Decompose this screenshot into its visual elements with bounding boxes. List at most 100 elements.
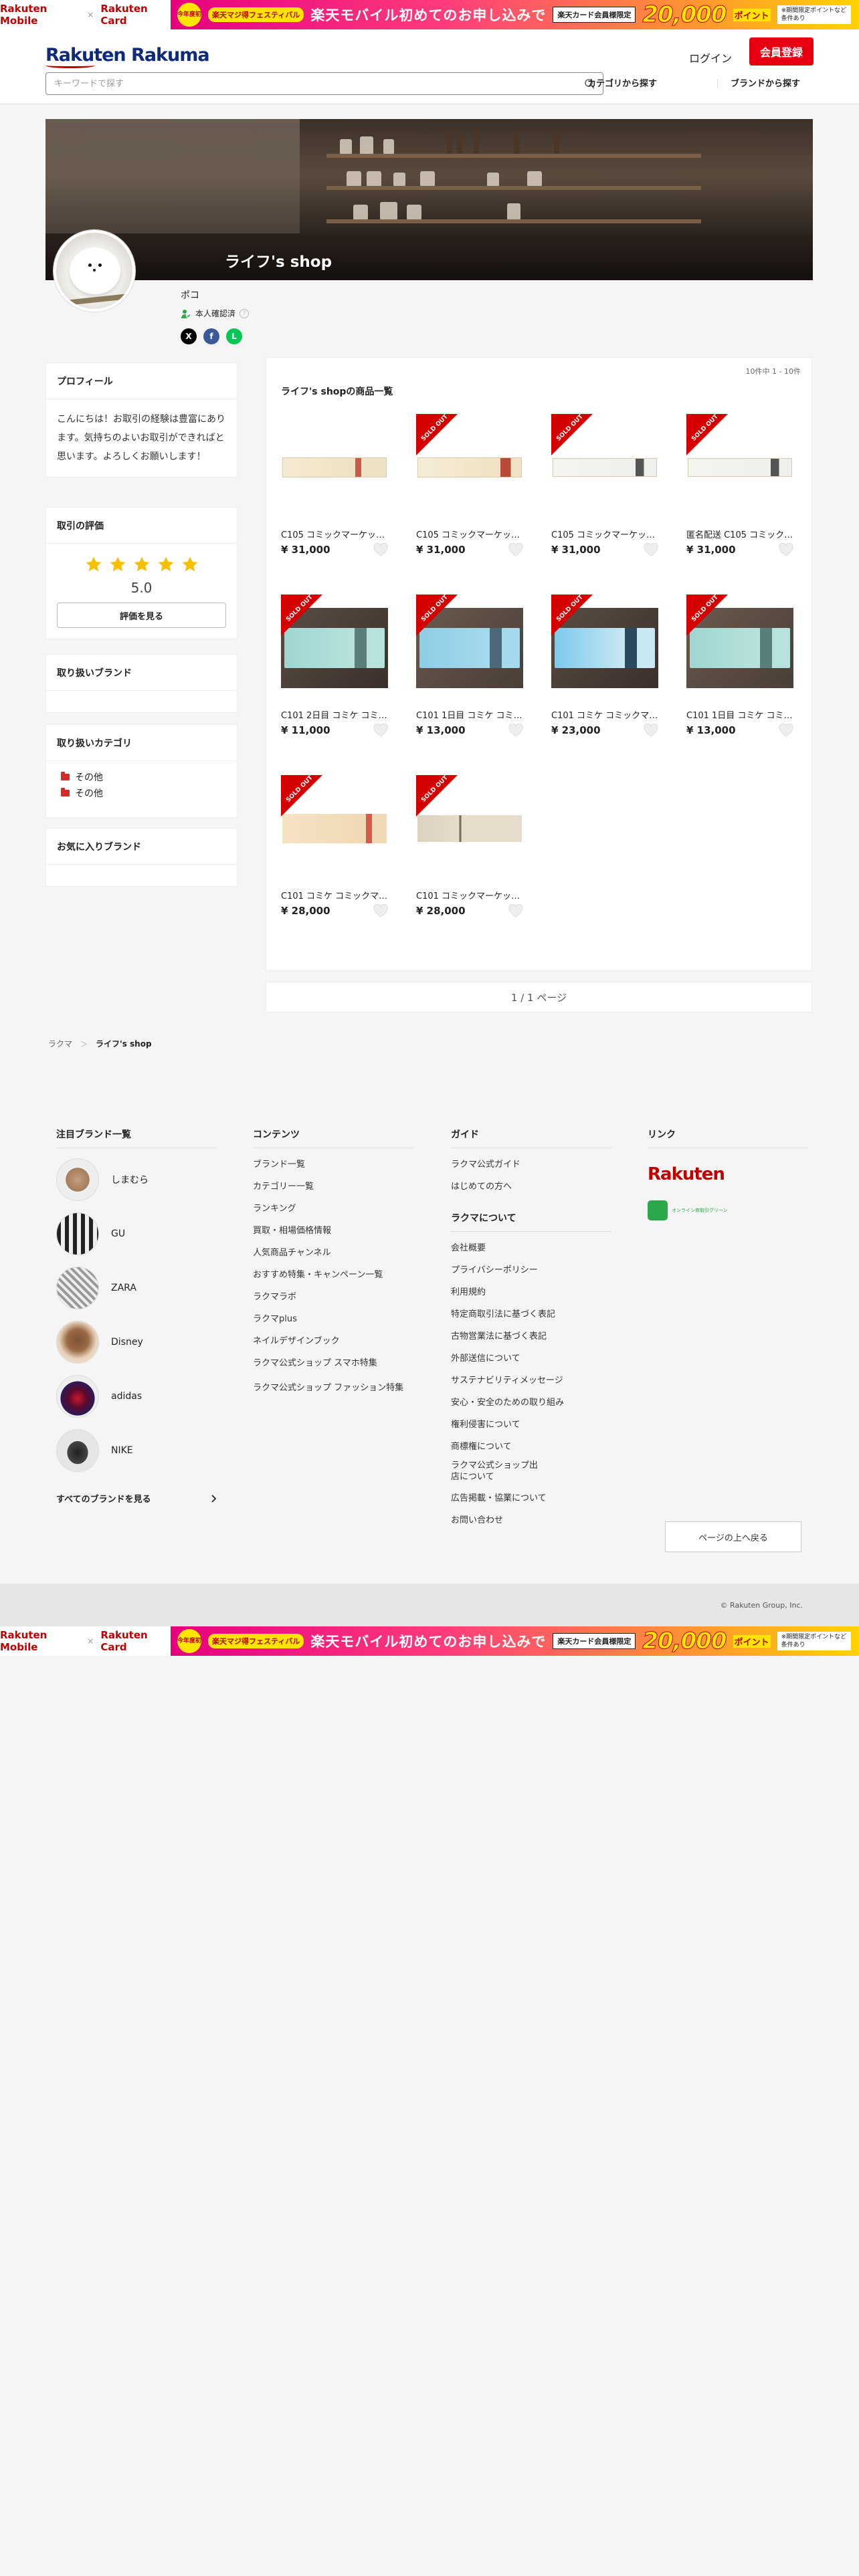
cover-bottle (447, 131, 452, 154)
product-image[interactable]: SOLD OUT (686, 595, 793, 702)
brand-item[interactable]: しまむら (56, 1152, 217, 1206)
product-image[interactable] (281, 414, 388, 521)
banner-rakuten-mobile: Rakuten Mobile (0, 1629, 47, 1653)
help-icon[interactable]: ? (240, 308, 250, 318)
product-image[interactable]: SOLD OUT (416, 595, 523, 702)
category-item[interactable]: その他 (46, 785, 237, 801)
footer-link[interactable]: ランキング (253, 1196, 413, 1218)
heart-icon[interactable] (644, 724, 658, 737)
footer-link[interactable]: 権利侵害について (451, 1412, 611, 1434)
brand-image (56, 1266, 99, 1309)
x-share-icon[interactable]: X (181, 328, 197, 344)
rakuma-logo[interactable]: Rakuten Rakuma (45, 41, 210, 68)
footer-link[interactable]: ネイルデザインブック (253, 1329, 413, 1351)
all-brands-link[interactable]: すべてのブランドを見る (56, 1492, 217, 1505)
footer-link[interactable]: 古物営業法に基づく表記 (451, 1324, 611, 1346)
heart-icon[interactable] (779, 724, 793, 737)
footer-link[interactable]: 特定商取引法に基づく表記 (451, 1302, 611, 1324)
product-card[interactable]: SOLD OUT C101 コミケ コミックマーケット ¥ 28,000 (281, 775, 388, 918)
product-image[interactable]: SOLD OUT (416, 775, 523, 882)
footer-link[interactable]: 会社概要 (451, 1236, 611, 1258)
cover-jar (487, 173, 499, 186)
brands-card: 取り扱いブランド (45, 654, 237, 713)
promo-banner-bottom[interactable]: Rakuten Mobile × Rakuten Card 今年度初 楽天マジ得… (0, 1626, 859, 1656)
product-image[interactable]: SOLD OUT (551, 414, 658, 521)
cover-shelf (326, 186, 701, 190)
footer-link[interactable]: はじめての方へ (451, 1174, 611, 1196)
footer-link[interactable]: おすすめ特集・キャンペーン一覧 (253, 1263, 413, 1285)
search-input[interactable] (54, 78, 584, 89)
footer-link[interactable]: カテゴリー一覧 (253, 1174, 413, 1196)
product-image[interactable]: SOLD OUT (281, 595, 388, 702)
footer-link[interactable]: ラクマ公式ショップ スマホ特集 (253, 1351, 413, 1373)
brand-image (56, 1374, 99, 1418)
promo-banner-top[interactable]: Rakuten Mobile × Rakuten Card 今年度初 楽天マジ得… (0, 0, 859, 29)
product-card[interactable]: SOLD OUT C105 コミックマーケット 1日目 入場券 ¥ 31,000 (551, 414, 658, 556)
brand-item[interactable]: ZARA (56, 1261, 217, 1315)
star-icon (158, 556, 173, 572)
brand-item[interactable]: Disney (56, 1315, 217, 1369)
footer-link[interactable]: ブランド一覧 (253, 1152, 413, 1174)
cover-jar (340, 139, 352, 154)
rating-stars (46, 544, 237, 573)
product-card[interactable]: SOLD OUT C101 コミックマーケット チケット ¥ 28,000 (416, 775, 523, 918)
product-image[interactable]: SOLD OUT (416, 414, 523, 521)
product-card[interactable]: C105 コミックマーケット 1日目 サークル参加 ¥ 31,000 (281, 414, 388, 556)
footer-link[interactable]: 商標権について (451, 1434, 611, 1457)
brand-item[interactable]: adidas (56, 1369, 217, 1423)
footer-link[interactable]: ラクマplus (253, 1307, 413, 1329)
footer-link[interactable]: ラクマ公式ショップ出店について (451, 1457, 538, 1486)
cover-jar (380, 202, 397, 219)
rakuten-logo[interactable]: Rakuten (648, 1164, 808, 1184)
heart-icon[interactable] (373, 543, 388, 556)
footer-link[interactable]: 人気商品チャンネル (253, 1241, 413, 1263)
footer-link[interactable]: サステナビリティメッセージ (451, 1368, 611, 1390)
footer-link[interactable]: 広告掲載・協業について (451, 1486, 611, 1508)
facebook-share-icon[interactable]: f (203, 328, 219, 344)
heart-icon[interactable] (508, 724, 523, 737)
footer-link[interactable]: ラクマ公式ガイド (451, 1152, 611, 1174)
green-badge[interactable]: オンライン商取引グリーン (648, 1200, 808, 1220)
category-search-link[interactable]: カテゴリから探す (587, 76, 657, 89)
footer-link[interactable]: プライバシーポリシー (451, 1258, 611, 1280)
footer-link[interactable]: お問い合わせ (451, 1508, 611, 1530)
product-card[interactable]: SOLD OUT C101 1日目 コミケ コミックマーケット ¥ 13,000 (416, 595, 523, 737)
heart-icon[interactable] (373, 724, 388, 737)
footer-link[interactable]: 利用規約 (451, 1280, 611, 1302)
breadcrumb-root[interactable]: ラクマ (48, 1038, 72, 1049)
product-card[interactable]: SOLD OUT C101 コミケ コミックマーケット ¥ 23,000 (551, 595, 658, 737)
footer-link[interactable]: ラクマ公式ショップ ファッション特集 (253, 1373, 413, 1402)
footer-link[interactable]: ラクマラボ (253, 1285, 413, 1307)
login-link[interactable]: ログイン (689, 45, 732, 72)
product-card[interactable]: SOLD OUT 匿名配送 C105 コミックマーケット ¥ 31,000 (686, 414, 793, 556)
heart-icon[interactable] (779, 543, 793, 556)
bird-beak (93, 269, 96, 272)
heart-icon[interactable] (644, 543, 658, 556)
footer-link[interactable]: 安心・安全のための取り組み (451, 1390, 611, 1412)
cover-jar (367, 171, 381, 186)
line-share-icon[interactable]: L (226, 328, 242, 344)
brand-search-link[interactable]: ブランドから探す (731, 76, 800, 89)
heart-icon[interactable] (508, 904, 523, 918)
cover-jar (383, 139, 394, 154)
product-card[interactable]: SOLD OUT C101 1日目 コミケ コミックマーケット ¥ 13,000 (686, 595, 793, 737)
pagination[interactable]: 1 / 1 ページ (266, 982, 812, 1012)
ticket-image (688, 458, 792, 477)
category-item[interactable]: その他 (46, 769, 237, 785)
footer-link[interactable]: 外部送信について (451, 1346, 611, 1368)
see-ratings-button[interactable]: 評価を見る (57, 603, 226, 628)
brand-item[interactable]: NIKE (56, 1423, 217, 1477)
product-card[interactable]: SOLD OUT C105 コミックマーケット 2日目 チケット ¥ 31,00… (416, 414, 523, 556)
back-to-top-button[interactable]: ページの上へ戻る (665, 1521, 801, 1552)
product-card[interactable]: SOLD OUT C101 2日目 コミケ コミックマーケット ¥ 11,000 (281, 595, 388, 737)
product-name: C101 1日目 コミケ コミックマーケット (686, 711, 793, 721)
brand-item[interactable]: GU (56, 1206, 217, 1261)
register-button[interactable]: 会員登録 (749, 37, 814, 66)
product-image[interactable]: SOLD OUT (551, 595, 658, 702)
heart-icon[interactable] (508, 543, 523, 556)
verified-badge: 本人確認済 ? (181, 308, 250, 319)
footer-link[interactable]: 買取・相場価格情報 (253, 1218, 413, 1241)
heart-icon[interactable] (373, 904, 388, 918)
product-image[interactable]: SOLD OUT (281, 775, 388, 882)
product-image[interactable]: SOLD OUT (686, 414, 793, 521)
